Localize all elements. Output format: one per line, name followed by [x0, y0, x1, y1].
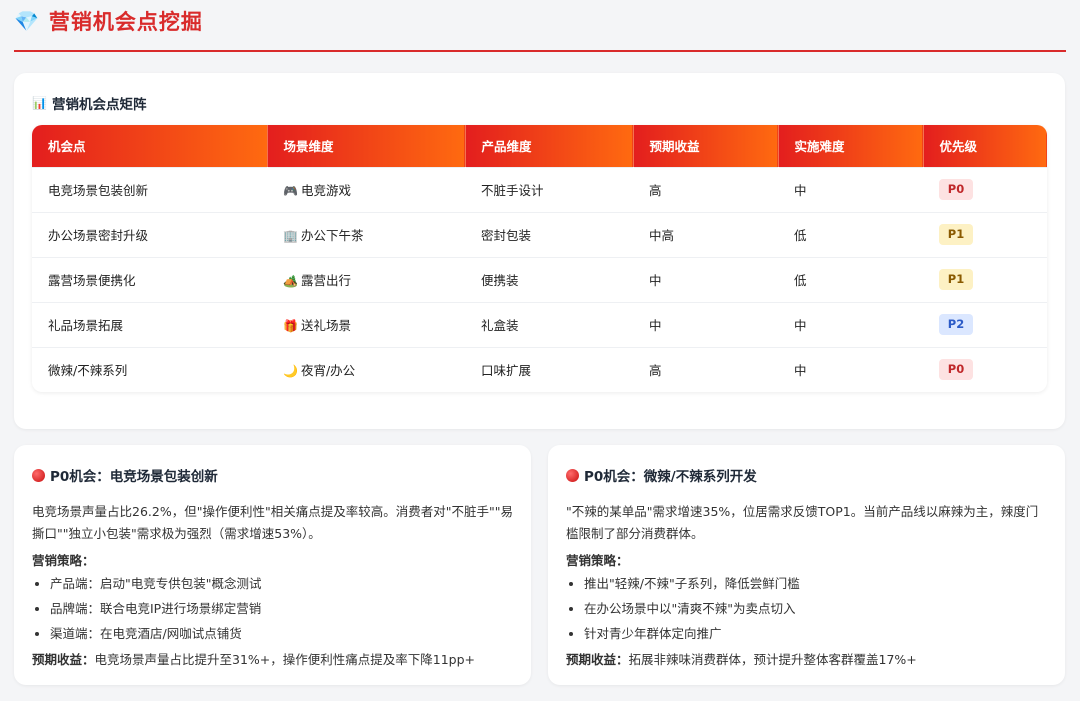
priority-badge: P0	[939, 179, 973, 200]
list-item: 针对青少年群体定向推广	[584, 621, 1047, 646]
cell-product: 便携装	[481, 273, 519, 288]
cell-opportunity: 办公场景密封升级	[48, 228, 149, 243]
cell-product: 礼盒装	[481, 318, 519, 333]
opportunity-table: 机会点 场景维度 产品维度 预期收益 实施难度 优先级 电竞场景包装创新 🎮 电竞…	[32, 125, 1047, 392]
cell-benefit: 高	[649, 183, 662, 198]
opportunity-card-esports: P0机会：电竞场景包装创新 电竞场景声量占比26.2%，但"操作便利性"相关痛点…	[14, 445, 531, 685]
priority-badge: P0	[939, 359, 973, 381]
cell-benefit: 中	[649, 273, 662, 288]
cell-scene-text: 电竞游戏	[300, 183, 351, 198]
col-header-difficulty: 实施难度	[778, 125, 924, 167]
cell-scene: 🏕️ 露营出行	[267, 257, 465, 302]
camping-icon: 🏕️	[283, 274, 298, 288]
opportunity-title-text: P0机会：电竞场景包装创新	[50, 469, 218, 485]
table-row: 办公场景密封升级 🏢 办公下午茶 密封包装 中高 低 P1	[32, 212, 1047, 257]
col-header-benefit: 预期收益	[633, 125, 779, 167]
cell-scene: 🌙 夜宵/办公	[267, 347, 465, 392]
col-header-product: 产品维度	[465, 125, 634, 167]
moon-icon: 🌙	[283, 364, 298, 379]
red-circle-icon	[32, 468, 45, 482]
cell-benefit: 中高	[649, 228, 675, 243]
table-row: 礼品场景拓展 🎁 送礼场景 礼盒装 中 中 P2	[32, 302, 1047, 347]
list-item: 产品端：启动"电竞专供包装"概念测试	[50, 571, 513, 596]
cell-benefit: 高	[649, 363, 662, 379]
cell-scene: 🏢 办公下午茶	[267, 212, 465, 257]
cell-scene: 🎁 送礼场景	[267, 302, 465, 347]
opportunity-card-mild-spicy: P0机会：微辣/不辣系列开发 "不辣的某单品"需求增速35%，位居需求反馈TOP…	[548, 445, 1065, 685]
opportunity-title-text: P0机会：微辣/不辣系列开发	[584, 469, 757, 485]
list-item: 推出"轻辣/不辣"子系列，降低尝鲜门槛	[584, 571, 1047, 596]
list-item: 渠道端：在电竞酒店/网咖试点铺货	[50, 621, 513, 646]
opportunity-title: P0机会：微辣/不辣系列开发	[566, 465, 1047, 485]
benefit-label: 预期收益：	[566, 652, 629, 667]
strategy-label: 营销策略：	[32, 553, 95, 568]
strategy-list: 产品端：启动"电竞专供包装"概念测试 品牌端：联合电竞IP进行场景绑定营销 渠道…	[32, 571, 513, 646]
cell-product: 密封包装	[481, 228, 532, 243]
cell-difficulty: 低	[794, 228, 807, 243]
benefit-label: 预期收益：	[32, 652, 95, 667]
cell-priority: P1	[923, 257, 1047, 302]
list-item: 在办公场景中以"清爽不辣"为卖点切入	[584, 596, 1047, 621]
cell-scene-text: 送礼场景	[300, 318, 351, 333]
col-header-priority: 优先级	[923, 125, 1047, 167]
cell-opportunity: 电竞场景包装创新	[48, 183, 149, 198]
opportunity-title: P0机会：电竞场景包装创新	[32, 465, 513, 485]
gamepad-icon: 🎮	[283, 184, 298, 198]
cell-priority: P2	[923, 302, 1047, 347]
expected-benefit: 预期收益：电竞场景声量占比提升至31%+，操作便利性痛点提及率下降11pp+	[32, 649, 513, 668]
list-item: 品牌端：联合电竞IP进行场景绑定营销	[50, 596, 513, 621]
table-row: 微辣/不辣系列 🌙 夜宵/办公 口味扩展 高 中 P0	[32, 347, 1047, 392]
opportunity-description: 电竞场景声量占比26.2%，但"操作便利性"相关痛点提及率较高。消费者对"不脏手…	[32, 504, 513, 541]
cell-priority: P0	[923, 347, 1047, 392]
cell-scene: 🎮 电竞游戏	[267, 167, 465, 212]
cell-scene-text: 办公下午茶	[300, 228, 364, 243]
cell-opportunity: 露营场景便携化	[48, 273, 136, 288]
priority-badge: P1	[939, 224, 973, 245]
matrix-title-text: 营销机会点矩阵	[51, 97, 147, 113]
benefit-text: 电竞场景声量占比提升至31%+，操作便利性痛点提及率下降11pp+	[94, 652, 476, 667]
col-header-scene: 场景维度	[267, 125, 466, 167]
gift-icon: 🎁	[283, 319, 298, 333]
col-header-opportunity: 机会点	[32, 125, 268, 167]
cell-priority: P0	[923, 167, 1047, 212]
cell-priority: P1	[923, 212, 1047, 257]
cell-product: 不脏手设计	[481, 183, 544, 198]
priority-badge: P1	[939, 269, 973, 290]
strategy-label: 营销策略：	[566, 553, 629, 568]
expected-benefit: 预期收益：拓展非辣味消费群体，预计提升整体客群覆盖17%+	[566, 649, 1047, 668]
cell-difficulty: 中	[794, 183, 807, 198]
opportunity-matrix-card: 📊 营销机会点矩阵 机会点 场景维度 产品维度 预期收益 实施难度 优先级 电竞…	[14, 73, 1065, 429]
bar-chart-icon: 📊	[32, 96, 47, 110]
page-title: 营销机会点挖掘	[48, 10, 203, 34]
office-building-icon: 🏢	[283, 229, 298, 243]
cell-difficulty: 低	[794, 273, 807, 288]
cell-scene-text: 露营出行	[300, 273, 351, 288]
cell-benefit: 中	[649, 318, 662, 333]
cell-difficulty: 中	[794, 318, 807, 333]
red-circle-icon	[566, 468, 579, 482]
benefit-text: 拓展非辣味消费群体，预计提升整体客群覆盖17%+	[628, 652, 917, 667]
strategy-list: 推出"轻辣/不辣"子系列，降低尝鲜门槛 在办公场景中以"清爽不辣"为卖点切入 针…	[566, 571, 1047, 646]
table-row: 露营场景便携化 🏕️ 露营出行 便携装 中 低 P1	[32, 257, 1047, 302]
cell-scene-text: 夜宵/办公	[300, 363, 356, 379]
diamond-icon: 💎	[14, 9, 39, 33]
page-header: 💎 营销机会点挖掘	[14, 0, 1066, 52]
table-header-row: 机会点 场景维度 产品维度 预期收益 实施难度 优先级	[32, 125, 1047, 167]
priority-badge: P2	[939, 314, 973, 335]
cell-product: 口味扩展	[481, 363, 532, 379]
opportunity-description: "不辣的某单品"需求增速35%，位居需求反馈TOP1。当前产品线以麻辣为主，辣度…	[566, 504, 1039, 541]
matrix-title: 📊 营销机会点矩阵	[32, 93, 146, 113]
cell-opportunity: 礼品场景拓展	[48, 318, 124, 333]
cell-opportunity: 微辣/不辣系列	[48, 363, 128, 379]
table-row: 电竞场景包装创新 🎮 电竞游戏 不脏手设计 高 中 P0	[32, 167, 1047, 212]
cell-difficulty: 中	[794, 363, 807, 379]
